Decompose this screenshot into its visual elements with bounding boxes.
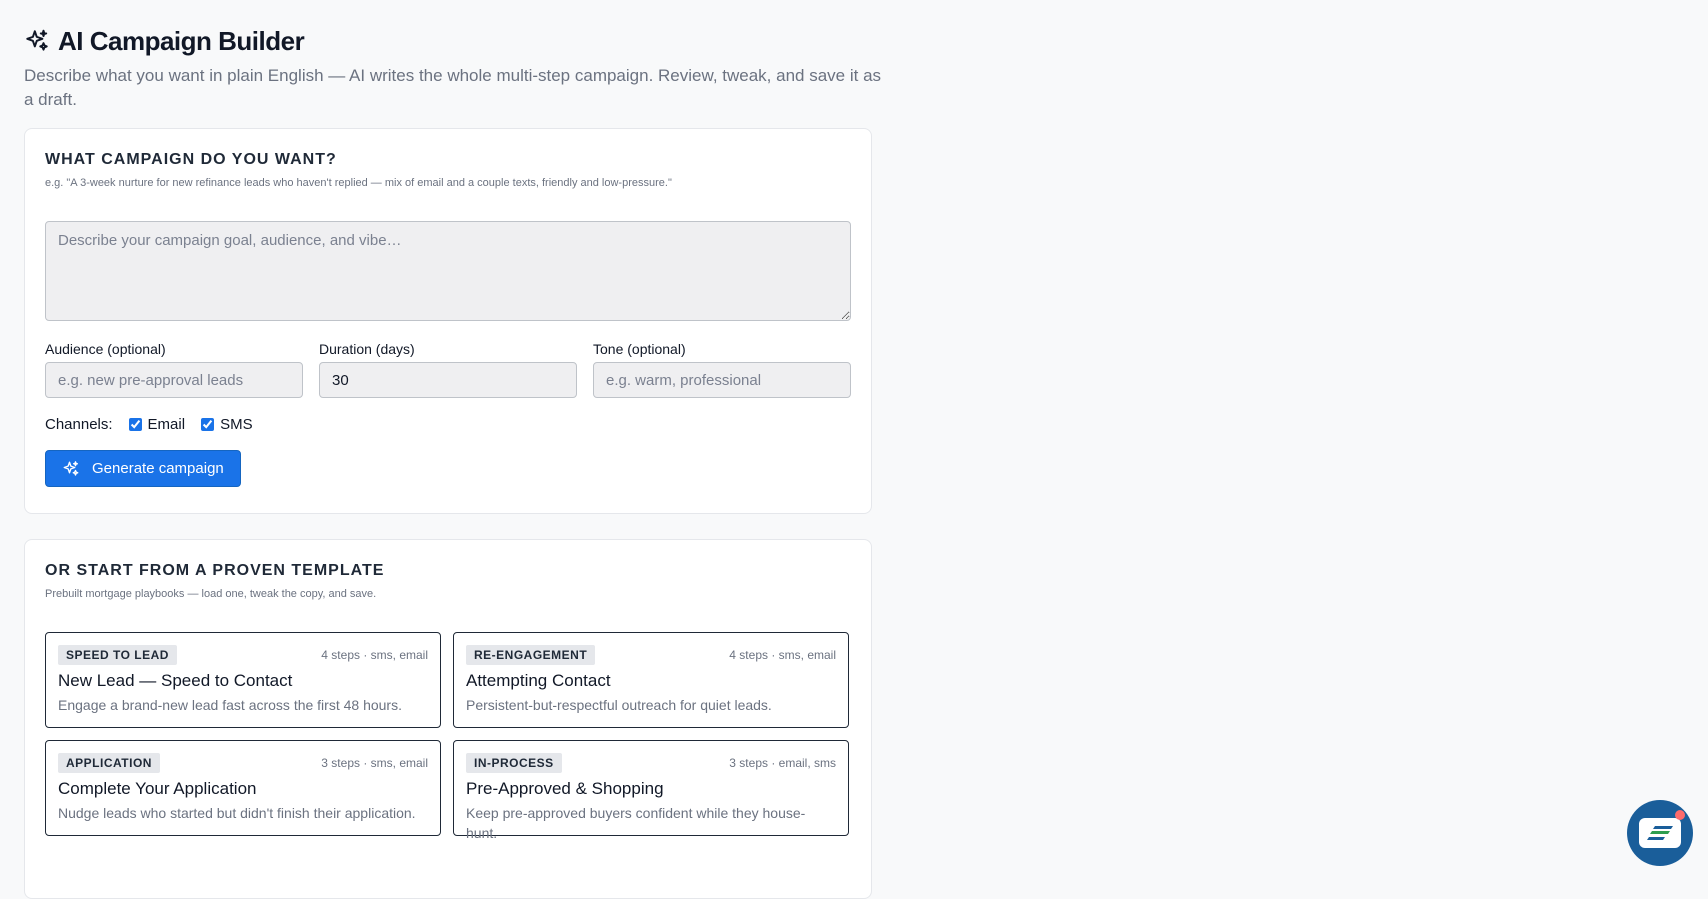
- audience-field-group: Audience (optional): [45, 341, 303, 398]
- page: AI Campaign Builder Describe what you wa…: [24, 22, 881, 899]
- template-name: Pre-Approved & Shopping: [466, 779, 664, 798]
- template-description: Nudge leads who started but didn't finis…: [58, 805, 416, 821]
- page-title: AI Campaign Builder: [58, 25, 305, 56]
- template-badge: SPEED TO LEAD: [58, 645, 177, 665]
- template-card-header: IN-PROCESS 3 steps · email, sms: [466, 753, 836, 773]
- template-card-header: APPLICATION 3 steps · sms, email: [58, 753, 428, 773]
- duration-label: Duration (days): [319, 341, 415, 357]
- template-description: Persistent-but-respectful outreach for q…: [466, 697, 772, 713]
- tone-label: Tone (optional): [593, 341, 686, 357]
- template-card-header: SPEED TO LEAD 4 steps · sms, email: [58, 645, 428, 665]
- template-meta: 4 steps · sms, email: [729, 648, 836, 662]
- template-name: New Lead — Speed to Contact: [58, 671, 293, 690]
- chat-logo-mark: [1647, 826, 1673, 840]
- chat-widget-button[interactable]: [1627, 800, 1693, 866]
- template-card-re-engagement[interactable]: RE-ENGAGEMENT 4 steps · sms, email Attem…: [453, 632, 849, 728]
- channels-label: Channels:: [45, 415, 113, 433]
- sparkles-icon: [26, 29, 48, 51]
- chat-logo-icon: [1639, 818, 1681, 848]
- campaign-prompt-input[interactable]: [45, 221, 851, 321]
- builder-hint: e.g. "A 3-week nurture for new refinance…: [45, 177, 672, 189]
- email-checkbox-label: Email: [147, 415, 186, 433]
- templates-card: OR START FROM A PROVEN TEMPLATE Prebuilt…: [24, 539, 872, 899]
- tone-field-group: Tone (optional): [593, 341, 851, 398]
- template-description: Engage a brand-new lead fast across the …: [58, 697, 402, 713]
- template-name: Attempting Contact: [466, 671, 611, 690]
- template-badge: APPLICATION: [58, 753, 160, 773]
- audience-label: Audience (optional): [45, 341, 166, 357]
- campaign-builder-card: WHAT CAMPAIGN DO YOU WANT? e.g. "A 3-wee…: [24, 128, 872, 514]
- template-badge: IN-PROCESS: [466, 753, 562, 773]
- sparkles-icon: [63, 460, 79, 476]
- builder-heading: WHAT CAMPAIGN DO YOU WANT?: [45, 151, 337, 168]
- template-card-in-process[interactable]: IN-PROCESS 3 steps · email, sms Pre-Appr…: [453, 740, 849, 841]
- template-description: Keep pre-approved buyers confident while…: [466, 805, 806, 841]
- template-name: Complete Your Application: [58, 779, 257, 798]
- notification-dot: [1675, 810, 1685, 820]
- template-card-header: RE-ENGAGEMENT 4 steps · sms, email: [466, 645, 836, 665]
- audience-input[interactable]: [45, 362, 303, 398]
- template-badge: RE-ENGAGEMENT: [466, 645, 596, 665]
- generate-campaign-label: Generate campaign: [92, 460, 224, 477]
- email-checkbox[interactable]: [128, 417, 142, 431]
- templates-heading: OR START FROM A PROVEN TEMPLATE: [45, 562, 385, 579]
- sms-checkbox-label: SMS: [220, 415, 253, 433]
- duration-input[interactable]: [319, 362, 577, 398]
- templates-hint: Prebuilt mortgage playbooks — load one, …: [45, 588, 377, 600]
- page-subtitle: Describe what you want in plain English …: [24, 66, 882, 109]
- channel-sms[interactable]: SMS: [201, 416, 253, 433]
- channels-row: Channels: Email SMS: [45, 414, 851, 434]
- tone-input[interactable]: [593, 362, 851, 398]
- template-card-speed-to-lead[interactable]: SPEED TO LEAD 4 steps · sms, email New L…: [45, 632, 441, 728]
- template-meta: 4 steps · sms, email: [321, 648, 428, 662]
- title-row: AI Campaign Builder: [24, 22, 872, 60]
- generate-campaign-button[interactable]: Generate campaign: [45, 450, 241, 487]
- template-meta: 3 steps · email, sms: [729, 756, 836, 770]
- channel-email[interactable]: Email: [128, 415, 186, 433]
- sms-checkbox[interactable]: [201, 417, 215, 431]
- template-grid: SPEED TO LEAD 4 steps · sms, email New L…: [45, 632, 851, 841]
- duration-field-group: Duration (days): [319, 341, 577, 398]
- options-row: Audience (optional) Duration (days) Tone…: [45, 341, 851, 398]
- template-meta: 3 steps · sms, email: [321, 756, 428, 770]
- template-card-application[interactable]: APPLICATION 3 steps · sms, email Complet…: [45, 740, 441, 836]
